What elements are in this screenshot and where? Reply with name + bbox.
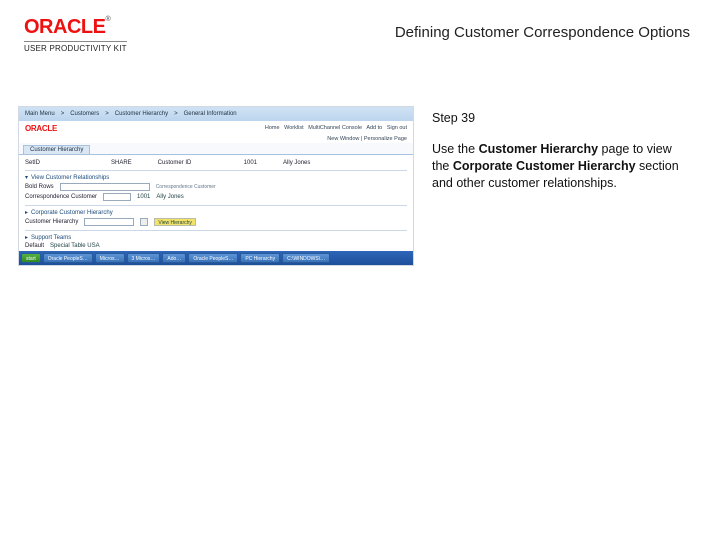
section-view-relationships[interactable]: View Customer Relationships xyxy=(25,170,407,181)
view-hierarchy-button[interactable]: View Hierarchy xyxy=(154,218,196,226)
tab-customer-hierarchy[interactable]: Customer Hierarchy xyxy=(23,145,90,154)
lbl: Default xyxy=(25,243,44,249)
app-logo: ORACLE xyxy=(25,124,57,133)
page-actions[interactable]: New Window | Personalize Page xyxy=(19,135,413,143)
topbar-link[interactable]: Home xyxy=(265,125,280,131)
taskbar: start Oracle PeopleS… Micros… 3 Micros… … xyxy=(19,251,413,265)
lbl: Correspondence Customer xyxy=(25,194,97,200)
section-support-teams[interactable]: Support Teams xyxy=(25,230,407,241)
header-row: SetID SHARE Customer ID 1001 Ally Jones xyxy=(25,160,407,166)
crumb-sep: > xyxy=(105,111,109,117)
start-button[interactable]: start xyxy=(21,253,41,263)
topbar-link[interactable]: MultiChannel Console xyxy=(308,125,362,131)
crumb-sep: > xyxy=(174,111,178,117)
brand-subtitle: USER PRODUCTIVITY KIT xyxy=(24,41,127,53)
crumb: Customer Hierarchy xyxy=(115,111,168,117)
crumb: Main Menu xyxy=(25,111,55,117)
lbl-setid: SetID xyxy=(25,160,85,166)
val: Correspondence Customer xyxy=(156,184,216,190)
taskbar-item[interactable]: C:\WINDOWS\… xyxy=(282,253,330,263)
lookup-icon[interactable] xyxy=(140,218,148,226)
crumb-sep: > xyxy=(61,111,65,117)
taskbar-item[interactable]: Ado… xyxy=(162,253,186,263)
name: Ally Jones xyxy=(156,194,183,200)
brand-block: ORACLE® USER PRODUCTIVITY KIT xyxy=(24,16,127,53)
app-screenshot: Main Menu > Customers > Customer Hierarc… xyxy=(18,106,414,266)
brand-tm: ® xyxy=(105,16,110,23)
input-hierarchy[interactable] xyxy=(84,218,134,226)
brand-name: ORACLE xyxy=(24,16,105,38)
lbl: Customer Hierarchy xyxy=(25,219,78,225)
crumb: General Information xyxy=(184,111,237,117)
app-topbar: ORACLE Home Worklist MultiChannel Consol… xyxy=(19,121,413,135)
brand-logo: ORACLE® xyxy=(24,16,127,39)
field-bold-rows: Bold Rows Correspondence Customer xyxy=(25,183,407,191)
topbar-link[interactable]: Worklist xyxy=(284,125,303,131)
instruction-panel: Step 39 Use the Customer Hierarchy page … xyxy=(432,110,692,192)
topbar-links: Home Worklist MultiChannel Console Add t… xyxy=(265,125,407,131)
val-setid: SHARE xyxy=(111,160,132,166)
topbar-link[interactable]: Sign out xyxy=(387,125,407,131)
t-pre: Use the xyxy=(432,142,479,156)
topbar-link[interactable]: Add to xyxy=(366,125,382,131)
t-b1: Customer Hierarchy xyxy=(479,142,599,156)
instruction-text: Use the Customer Hierarchy page to view … xyxy=(432,141,692,192)
lookup-icon[interactable] xyxy=(103,193,131,201)
taskbar-item[interactable]: PC Hierarchy xyxy=(240,253,280,263)
taskbar-item[interactable]: Micros… xyxy=(95,253,125,263)
breadcrumb: Main Menu > Customers > Customer Hierarc… xyxy=(19,107,413,121)
taskbar-item[interactable]: Oracle PeopleS… xyxy=(43,253,93,263)
section-corporate-hierarchy[interactable]: Corporate Customer Hierarchy xyxy=(25,205,407,216)
select-bold-rows[interactable] xyxy=(60,183,150,191)
field-hierarchy: Customer Hierarchy View Hierarchy xyxy=(25,218,407,226)
val-custid: 1001 xyxy=(244,160,257,166)
crumb: Customers xyxy=(70,111,99,117)
taskbar-item[interactable]: Oracle PeopleS… xyxy=(188,253,238,263)
taskbar-item[interactable]: 3 Micros… xyxy=(127,253,161,263)
panel: SetID SHARE Customer ID 1001 Ally Jones … xyxy=(19,154,413,264)
step-label: Step 39 xyxy=(432,110,692,127)
field-corr-cust: Correspondence Customer 1001 Ally Jones xyxy=(25,193,407,201)
field-support: Default Special Table USA xyxy=(25,243,407,249)
t-b2: Corporate Customer Hierarchy xyxy=(453,159,636,173)
val: Special Table USA xyxy=(50,243,100,249)
lbl-custid: Customer ID xyxy=(158,160,218,166)
val-name: Ally Jones xyxy=(283,160,310,166)
val: 1001 xyxy=(137,194,150,200)
page-title: Defining Customer Correspondence Options xyxy=(395,24,690,41)
lbl: Bold Rows xyxy=(25,184,54,190)
